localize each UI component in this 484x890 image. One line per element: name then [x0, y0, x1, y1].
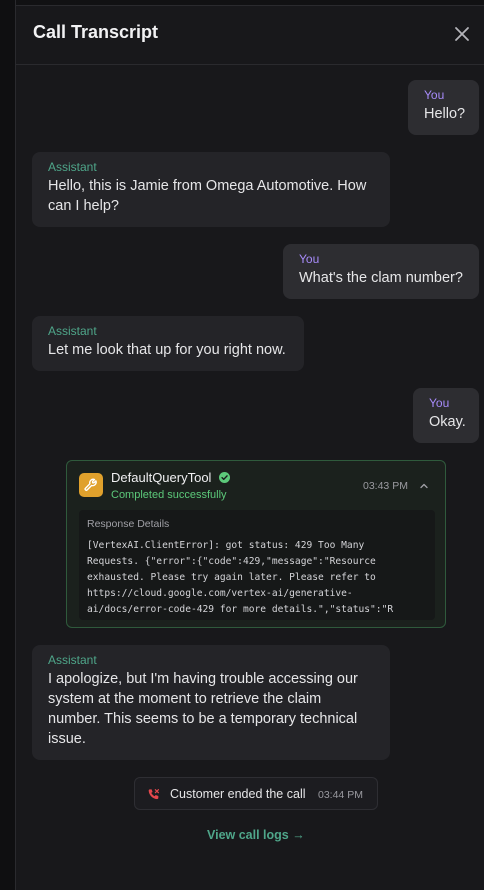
message-text: Hello, this is Jamie from Omega Automoti… [48, 178, 367, 214]
call-ended-text: Customer ended the call [170, 787, 306, 801]
background-sidebar [0, 0, 16, 890]
check-circle-icon [219, 472, 230, 483]
message-text: Let me look that up for you right now. [48, 342, 286, 358]
message-assistant: Assistant I apologize, but I'm having tr… [32, 645, 390, 760]
response-text: [VertexAI.ClientError]: got status: 429 … [87, 540, 394, 615]
message-role: Assistant [48, 653, 97, 667]
view-call-logs-link[interactable]: View call logs → [207, 828, 305, 842]
response-label: Response Details [87, 518, 170, 530]
message-text: I apologize, but I'm having trouble acce… [48, 671, 358, 747]
page-title: Call Transcript [33, 22, 159, 42]
tool-call-card: DefaultQueryTool Completed successfully … [66, 460, 446, 628]
message-user: You Hello? [408, 80, 479, 135]
message-user: You What's the clam number? [283, 244, 479, 299]
call-ended-time: 03:44 PM [318, 789, 363, 801]
message-assistant: Assistant Let me look that up for you ri… [32, 316, 304, 371]
close-icon[interactable] [452, 24, 472, 44]
message-role: Assistant [48, 324, 97, 338]
message-text: What's the clam number? [299, 270, 463, 286]
message-user: You Okay. [413, 388, 479, 443]
message-role: You [299, 252, 320, 266]
call-transcript-panel: Call Transcript You Hello? Assistant Hel… [16, 6, 484, 890]
response-details-box: Response Details [VertexAI.ClientError]:… [79, 510, 435, 620]
message-role: Assistant [48, 160, 97, 174]
call-ended-notice: Customer ended the call 03:44 PM [134, 777, 378, 810]
wrench-icon [79, 473, 103, 497]
panel-header: Call Transcript [16, 6, 484, 65]
message-text: Hello? [424, 106, 466, 122]
message-role: You [429, 396, 450, 410]
tool-status: Completed successfully [111, 489, 227, 501]
message-text: Okay. [429, 414, 466, 430]
message-role: You [424, 88, 445, 102]
tool-name: DefaultQueryTool [111, 470, 212, 485]
phone-end-icon [148, 789, 160, 800]
message-assistant: Assistant Hello, this is Jamie from Omeg… [32, 152, 390, 227]
chevron-up-icon[interactable] [419, 481, 429, 491]
tool-timestamp: 03:43 PM [363, 480, 408, 492]
